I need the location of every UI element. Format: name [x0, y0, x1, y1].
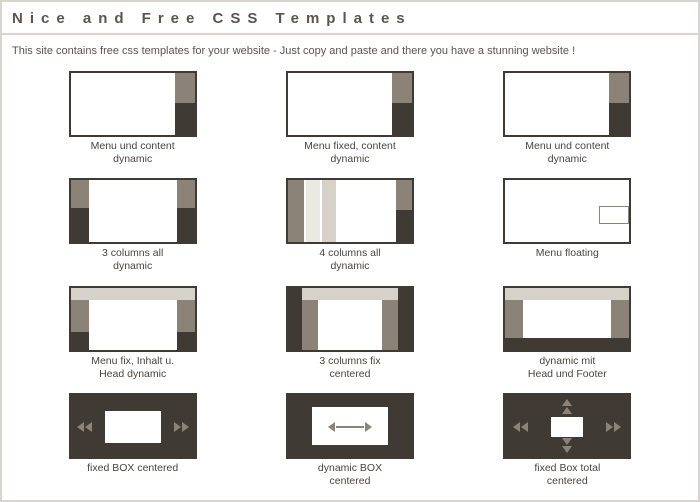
layout-block: [302, 288, 398, 300]
template-thumb-menu-content-dynamic[interactable]: [69, 71, 197, 137]
template-caption: fixed BOX centered: [54, 462, 211, 475]
template-card: 3 columns fix centered: [271, 286, 428, 381]
layout-block: [175, 73, 195, 105]
layout-block: [396, 180, 412, 210]
arrow-up-icon: [562, 399, 572, 406]
template-card: 3 columns all dynamic: [54, 178, 211, 273]
layout-block: [71, 288, 195, 300]
layout-block: [177, 332, 195, 350]
layout-block: [177, 208, 195, 242]
arrow-up-icon: [562, 407, 572, 414]
template-caption: fixed Box total centered: [489, 462, 646, 488]
page-title: Nice and Free CSS Templates: [2, 2, 698, 35]
layout-block: [599, 206, 629, 224]
layout-block: [551, 417, 583, 437]
layout-block: [177, 180, 195, 210]
template-thumb-menu-fixed-content-dynamic[interactable]: [286, 71, 414, 137]
template-caption: Menu und content dynamic: [54, 140, 211, 166]
template-thumb-dynamic-box-centered[interactable]: [286, 393, 414, 459]
arrow-right-icon: [614, 422, 621, 432]
template-caption: Menu fix, Inhalt u. Head dynamic: [54, 355, 211, 381]
template-thumb-menu-fix-inhalt-head[interactable]: [69, 286, 197, 352]
template-caption: Menu fixed, content dynamic: [271, 140, 428, 166]
layout-block: [71, 332, 89, 350]
template-card: dynamic mit Head und Footer: [489, 286, 646, 381]
template-caption: dynamic BOX centered: [271, 462, 428, 488]
layout-block: [505, 338, 629, 350]
template-card: Menu fixed, content dynamic: [271, 71, 428, 166]
arrow-down-icon: [562, 446, 572, 453]
layout-block: [175, 103, 195, 135]
layout-block: [505, 288, 629, 300]
arrow-down-icon: [562, 438, 572, 445]
layout-block: [396, 208, 412, 242]
arrow-right-icon: [182, 422, 189, 432]
resize-arrow-icon: [336, 426, 364, 428]
template-thumb-dynamic-head-footer[interactable]: [503, 286, 631, 352]
template-card: fixed BOX centered: [54, 393, 211, 488]
template-card: 4 columns all dynamic: [271, 178, 428, 273]
page-subtitle: This site contains free css templates fo…: [2, 35, 698, 71]
layout-block: [105, 411, 161, 443]
layout-block: [609, 73, 629, 105]
template-caption: 4 columns all dynamic: [271, 247, 428, 273]
template-caption: 3 columns fix centered: [271, 355, 428, 381]
template-thumb-3-columns-fix-centered[interactable]: [286, 286, 414, 352]
arrow-right-icon: [174, 422, 181, 432]
template-card: Menu floating: [489, 178, 646, 273]
template-card: Menu und content dynamic: [489, 71, 646, 166]
layout-block: [392, 73, 412, 105]
arrow-left-icon: [328, 422, 335, 432]
layout-block: [71, 208, 89, 242]
template-thumb-4-columns-dynamic[interactable]: [286, 178, 414, 244]
layout-block: [288, 180, 304, 242]
arrow-left-icon: [521, 422, 528, 432]
layout-block: [392, 103, 412, 135]
layout-block: [302, 300, 318, 350]
template-thumb-3-columns-dynamic[interactable]: [69, 178, 197, 244]
template-card: Menu fix, Inhalt u. Head dynamic: [54, 286, 211, 381]
template-thumb-fixed-box-total-centered[interactable]: [503, 393, 631, 459]
template-caption: Menu und content dynamic: [489, 140, 646, 166]
layout-block: [398, 288, 412, 350]
arrow-left-icon: [513, 422, 520, 432]
arrow-left-icon: [77, 422, 84, 432]
layout-block: [322, 180, 336, 242]
layout-block: [71, 180, 89, 210]
layout-block: [611, 300, 629, 338]
layout-block: [382, 300, 398, 350]
arrow-right-icon: [365, 422, 372, 432]
arrow-right-icon: [606, 422, 613, 432]
template-thumb-menu-floating[interactable]: [503, 178, 631, 244]
layout-block: [505, 300, 523, 338]
template-grid: Menu und content dynamic Menu fixed, con…: [2, 71, 698, 498]
arrow-left-icon: [85, 422, 92, 432]
template-thumb-menu-content-dynamic-2[interactable]: [503, 71, 631, 137]
template-thumb-fixed-box-centered[interactable]: [69, 393, 197, 459]
template-card: fixed Box total centered: [489, 393, 646, 488]
template-caption: dynamic mit Head und Footer: [489, 355, 646, 381]
template-card: Menu und content dynamic: [54, 71, 211, 166]
layout-block: [288, 288, 302, 350]
template-card: dynamic BOX centered: [271, 393, 428, 488]
template-caption: 3 columns all dynamic: [54, 247, 211, 273]
template-caption: Menu floating: [489, 247, 646, 260]
layout-block: [609, 103, 629, 135]
layout-block: [306, 180, 320, 242]
